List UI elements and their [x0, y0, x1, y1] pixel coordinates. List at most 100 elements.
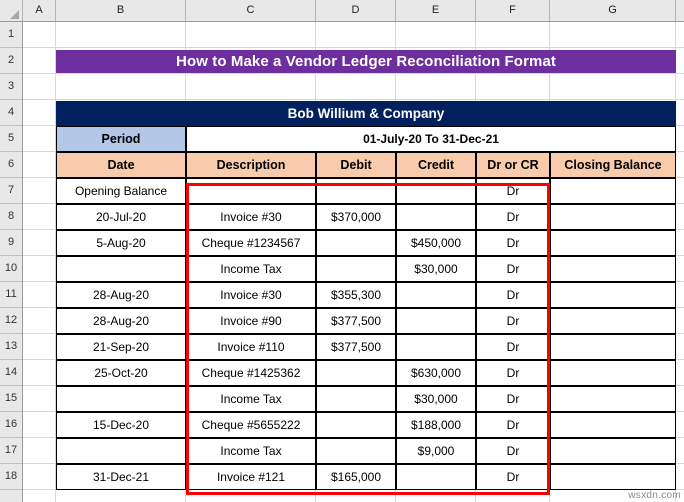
- row-header-1[interactable]: 1: [0, 22, 22, 48]
- table-cell-date[interactable]: 21-Sep-20: [56, 334, 186, 360]
- table-cell-date[interactable]: 20-Jul-20: [56, 204, 186, 230]
- table-cell-date[interactable]: [56, 386, 186, 412]
- table-cell-dr-or-cr[interactable]: Dr: [476, 412, 550, 438]
- column-header-a[interactable]: A: [23, 0, 56, 21]
- table-cell-description[interactable]: [186, 178, 316, 204]
- row-header-15[interactable]: 15: [0, 386, 22, 412]
- table-cell-credit[interactable]: $630,000: [396, 360, 476, 386]
- column-header-d[interactable]: D: [316, 0, 396, 21]
- row-header-6[interactable]: 6: [0, 152, 22, 178]
- table-cell-closing-balance[interactable]: [550, 256, 676, 282]
- table-cell-dr-or-cr[interactable]: Dr: [476, 438, 550, 464]
- table-cell-closing-balance[interactable]: [550, 360, 676, 386]
- table-cell-description[interactable]: Income Tax: [186, 386, 316, 412]
- table-cell-credit[interactable]: [396, 464, 476, 490]
- row-header-11[interactable]: 11: [0, 282, 22, 308]
- table-cell-closing-balance[interactable]: [550, 282, 676, 308]
- table-cell-dr-or-cr[interactable]: Dr: [476, 230, 550, 256]
- select-all-corner[interactable]: [0, 0, 23, 21]
- row-header-7[interactable]: 7: [0, 178, 22, 204]
- table-cell-date[interactable]: 15-Dec-20: [56, 412, 186, 438]
- table-cell-dr-or-cr[interactable]: Dr: [476, 334, 550, 360]
- table-cell-debit[interactable]: $377,500: [316, 334, 396, 360]
- column-header-g[interactable]: G: [550, 0, 676, 21]
- table-cell-date[interactable]: [56, 256, 186, 282]
- column-header-e[interactable]: E: [396, 0, 476, 21]
- column-header-h[interactable]: [676, 0, 684, 21]
- table-cell-credit[interactable]: [396, 178, 476, 204]
- row-header-2[interactable]: 2: [0, 48, 22, 74]
- table-cell-credit[interactable]: $9,000: [396, 438, 476, 464]
- row-header-5[interactable]: 5: [0, 126, 22, 152]
- row-header-12[interactable]: 12: [0, 308, 22, 334]
- column-header-b[interactable]: B: [56, 0, 186, 21]
- table-cell-debit[interactable]: $370,000: [316, 204, 396, 230]
- table-cell-debit[interactable]: [316, 256, 396, 282]
- table-cell-closing-balance[interactable]: [550, 178, 676, 204]
- table-cell-date[interactable]: Opening Balance: [56, 178, 186, 204]
- table-cell-debit[interactable]: [316, 178, 396, 204]
- gridline-h: [23, 73, 684, 74]
- table-cell-description[interactable]: Cheque #5655222: [186, 412, 316, 438]
- table-cell-debit[interactable]: [316, 412, 396, 438]
- table-cell-date[interactable]: 28-Aug-20: [56, 282, 186, 308]
- table-cell-credit[interactable]: $188,000: [396, 412, 476, 438]
- row-header-10[interactable]: 10: [0, 256, 22, 282]
- table-cell-description[interactable]: Invoice #30: [186, 282, 316, 308]
- row-header-16[interactable]: 16: [0, 412, 22, 438]
- row-header-3[interactable]: 3: [0, 74, 22, 100]
- table-cell-credit[interactable]: [396, 204, 476, 230]
- table-cell-closing-balance[interactable]: [550, 204, 676, 230]
- table-cell-date[interactable]: [56, 438, 186, 464]
- table-cell-closing-balance[interactable]: [550, 386, 676, 412]
- table-cell-credit[interactable]: [396, 334, 476, 360]
- table-cell-date[interactable]: 28-Aug-20: [56, 308, 186, 334]
- row-header-17[interactable]: 17: [0, 438, 22, 464]
- table-cell-debit[interactable]: [316, 386, 396, 412]
- table-cell-closing-balance[interactable]: [550, 308, 676, 334]
- table-cell-credit[interactable]: [396, 282, 476, 308]
- table-cell-closing-balance[interactable]: [550, 438, 676, 464]
- table-cell-description[interactable]: Income Tax: [186, 438, 316, 464]
- row-header-8[interactable]: 8: [0, 204, 22, 230]
- table-cell-date[interactable]: 25-Oct-20: [56, 360, 186, 386]
- table-cell-credit[interactable]: $30,000: [396, 386, 476, 412]
- row-header-4[interactable]: 4: [0, 100, 22, 126]
- table-cell-debit[interactable]: [316, 230, 396, 256]
- table-cell-date[interactable]: 31-Dec-21: [56, 464, 186, 490]
- table-cell-debit[interactable]: [316, 438, 396, 464]
- table-cell-description[interactable]: Cheque #1234567: [186, 230, 316, 256]
- table-cell-description[interactable]: Income Tax: [186, 256, 316, 282]
- table-cell-debit[interactable]: [316, 360, 396, 386]
- table-cell-dr-or-cr[interactable]: Dr: [476, 360, 550, 386]
- table-cell-description[interactable]: Invoice #121: [186, 464, 316, 490]
- table-cell-description[interactable]: Cheque #1425362: [186, 360, 316, 386]
- column-header-f[interactable]: F: [476, 0, 550, 21]
- table-cell-credit[interactable]: $30,000: [396, 256, 476, 282]
- table-cell-debit[interactable]: $355,300: [316, 282, 396, 308]
- table-cell-description[interactable]: Invoice #30: [186, 204, 316, 230]
- table-cell-dr-or-cr[interactable]: Dr: [476, 256, 550, 282]
- table-cell-dr-or-cr[interactable]: Dr: [476, 464, 550, 490]
- row-header-18[interactable]: 18: [0, 464, 22, 490]
- table-cell-dr-or-cr[interactable]: Dr: [476, 178, 550, 204]
- column-header-c[interactable]: C: [186, 0, 316, 21]
- table-cell-description[interactable]: Invoice #110: [186, 334, 316, 360]
- table-cell-closing-balance[interactable]: [550, 230, 676, 256]
- table-cell-dr-or-cr[interactable]: Dr: [476, 386, 550, 412]
- table-cell-debit[interactable]: $165,000: [316, 464, 396, 490]
- table-cell-dr-or-cr[interactable]: Dr: [476, 282, 550, 308]
- table-cell-credit[interactable]: $450,000: [396, 230, 476, 256]
- table-cell-closing-balance[interactable]: [550, 412, 676, 438]
- table-cell-description[interactable]: Invoice #90: [186, 308, 316, 334]
- table-cell-debit[interactable]: $377,500: [316, 308, 396, 334]
- table-cell-closing-balance[interactable]: [550, 464, 676, 490]
- row-header-14[interactable]: 14: [0, 360, 22, 386]
- table-cell-closing-balance[interactable]: [550, 334, 676, 360]
- table-cell-dr-or-cr[interactable]: Dr: [476, 204, 550, 230]
- table-cell-dr-or-cr[interactable]: Dr: [476, 308, 550, 334]
- table-cell-date[interactable]: 5-Aug-20: [56, 230, 186, 256]
- row-header-9[interactable]: 9: [0, 230, 22, 256]
- row-header-13[interactable]: 13: [0, 334, 22, 360]
- table-cell-credit[interactable]: [396, 308, 476, 334]
